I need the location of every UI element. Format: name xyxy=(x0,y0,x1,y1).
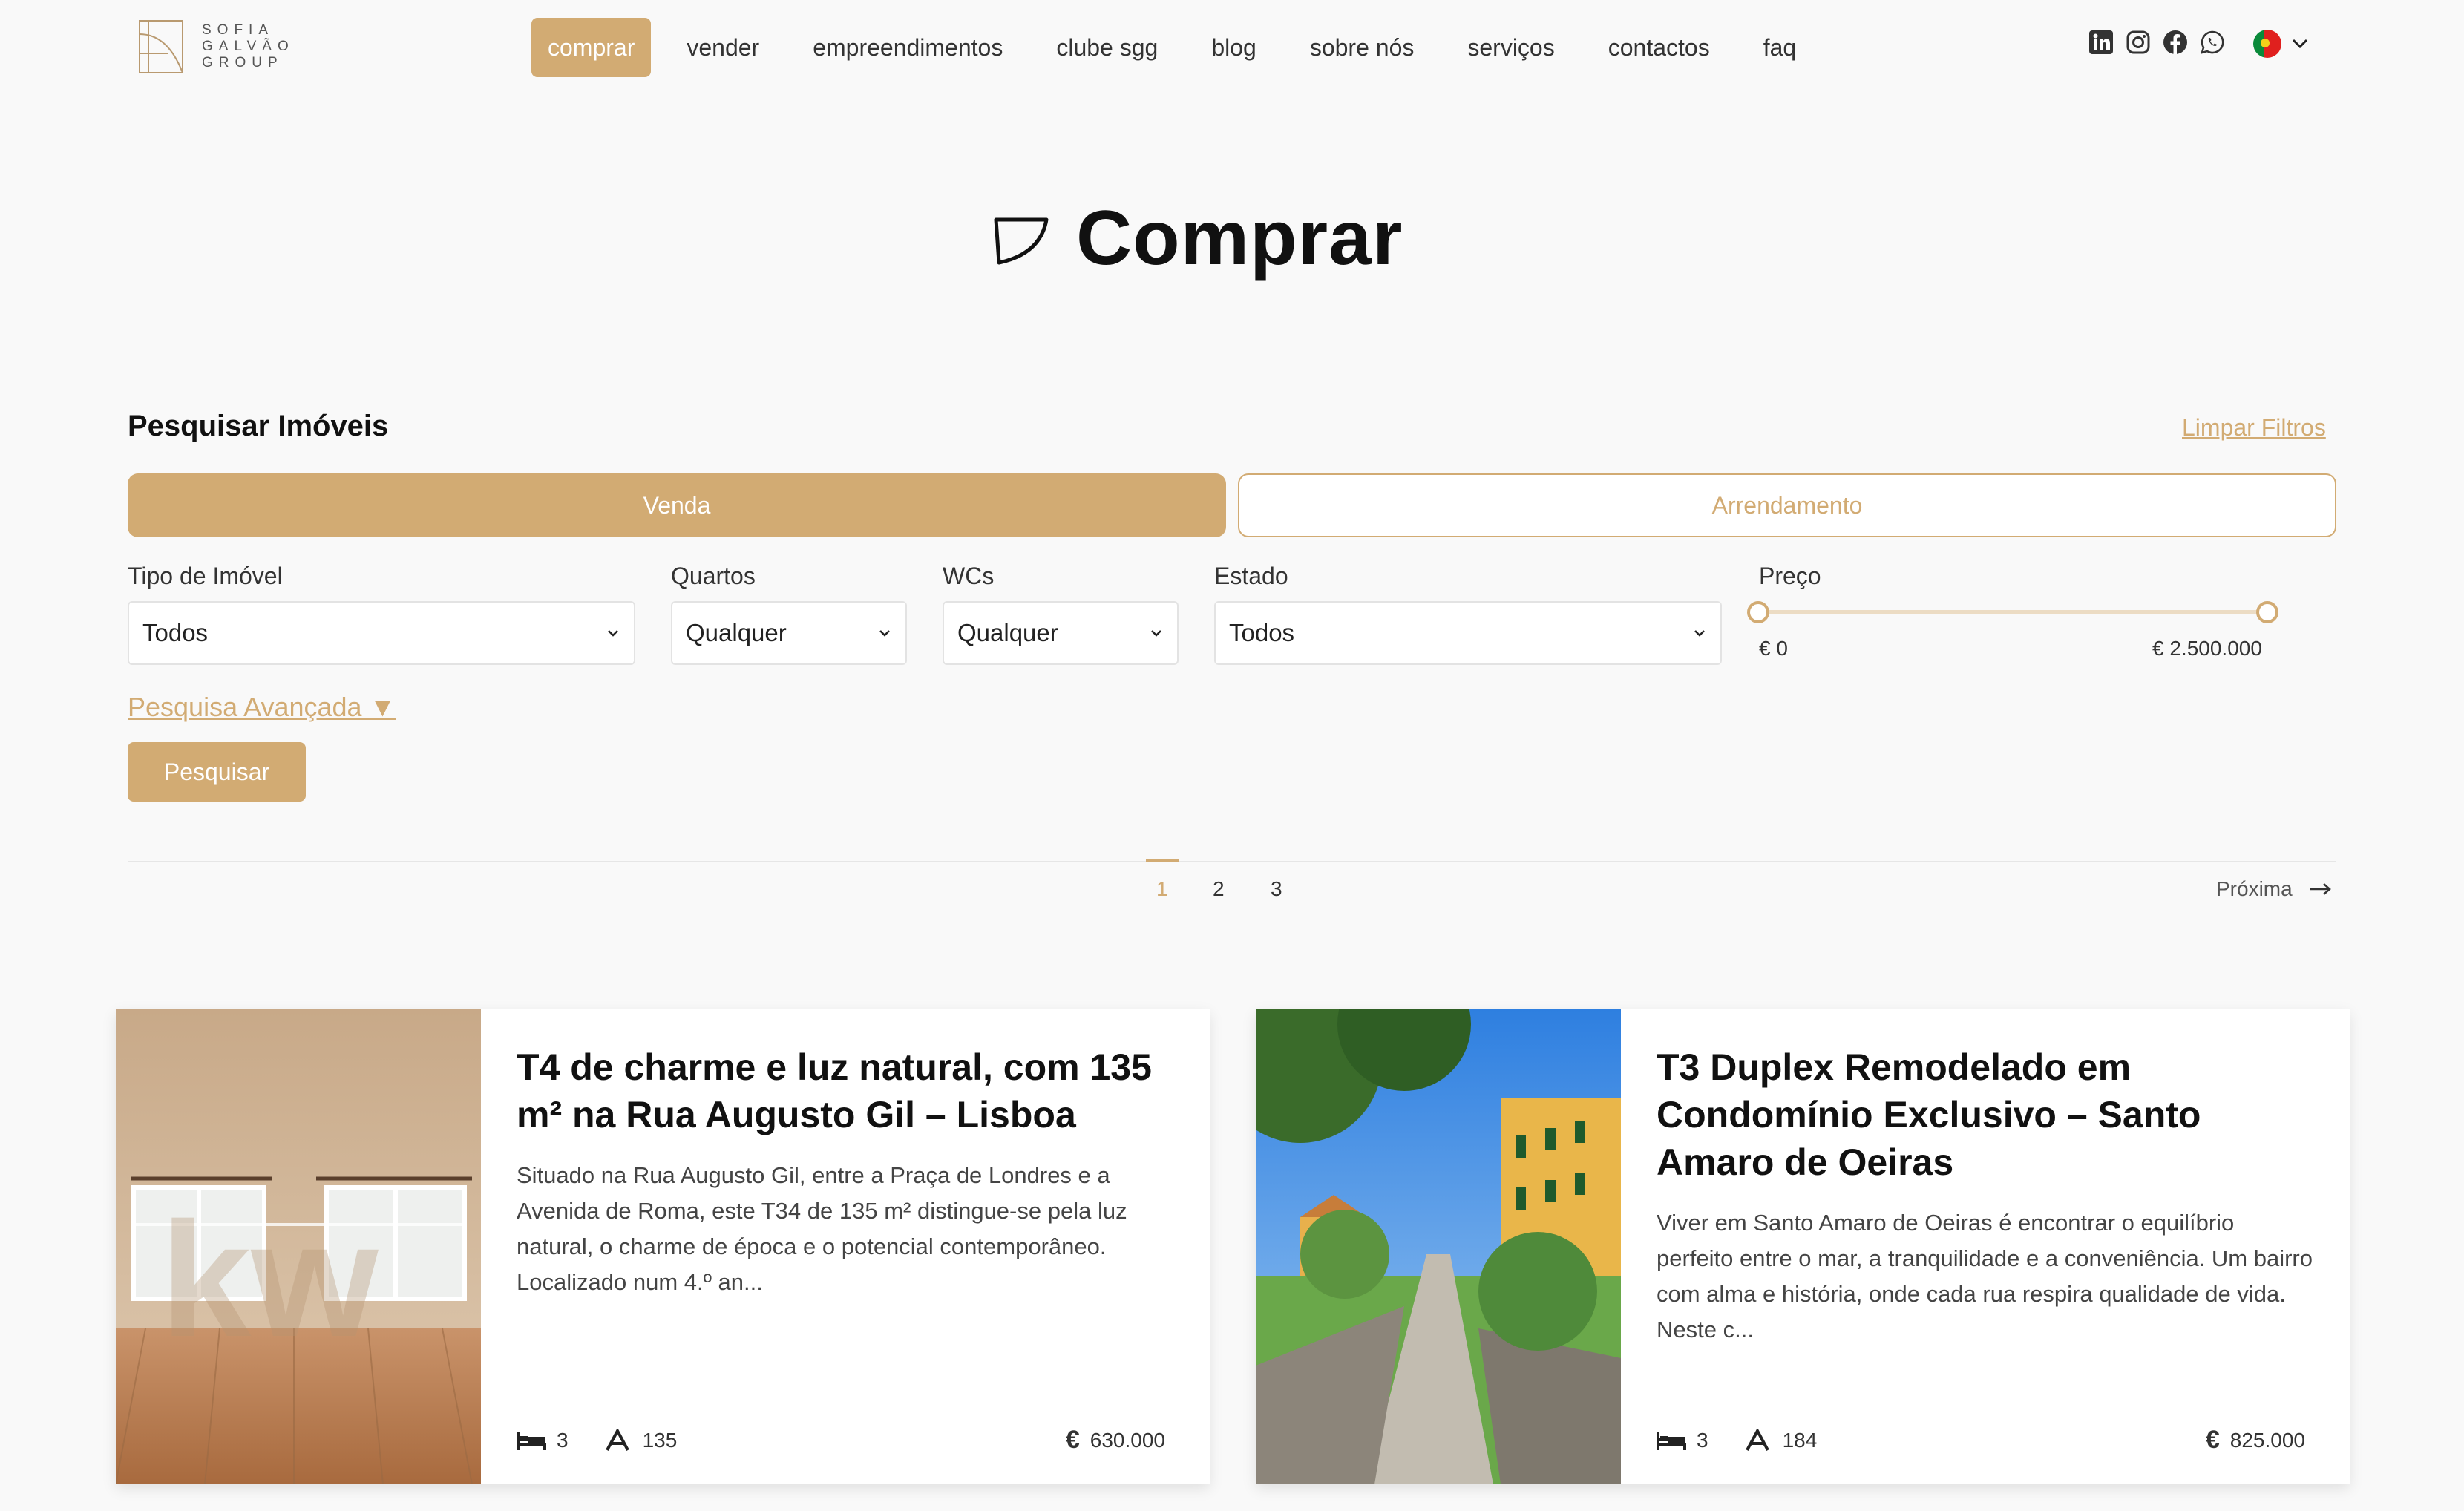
instagram-icon[interactable] xyxy=(2126,30,2151,55)
price-stat: € 825.000 xyxy=(2206,1426,2305,1455)
property-type-value: Todos xyxy=(142,619,209,646)
nav-item-vender[interactable]: vender xyxy=(670,18,776,77)
area-value: 135 xyxy=(642,1428,678,1452)
nav-item-sobre-nos[interactable]: sobre nós xyxy=(1294,18,1431,77)
nav-item-faq[interactable]: faq xyxy=(1747,18,1812,77)
nav-item-clube-sgg[interactable]: clube sgg xyxy=(1040,18,1174,77)
euro-icon: € xyxy=(1065,1426,1080,1454)
logo-line: GROUP xyxy=(202,55,284,71)
page-3[interactable]: 3 xyxy=(1271,877,1282,901)
rooms-label: Quartos xyxy=(671,563,756,589)
listing-description: Viver em Santo Amaro de Oeiras é encontr… xyxy=(1657,1210,2313,1343)
listing-title[interactable]: T4 de charme e luz natural, com 135 m² n… xyxy=(517,1043,1174,1138)
property-type-label: Tipo de Imóvel xyxy=(128,563,283,589)
chevron-down-icon xyxy=(2292,39,2308,49)
advanced-search-link[interactable]: Pesquisa Avançada ▼ xyxy=(128,692,396,723)
garden-path-photo xyxy=(1256,1009,1621,1484)
active-page-indicator xyxy=(1146,859,1179,862)
area-icon xyxy=(605,1429,629,1451)
state-value: Todos xyxy=(1229,619,1295,646)
page-title-block: Comprar xyxy=(992,194,1403,283)
empty-room-photo: kw xyxy=(116,1009,481,1484)
chevron-down-icon xyxy=(608,630,618,637)
area-value: 184 xyxy=(1782,1428,1818,1452)
bedrooms-count: 3 xyxy=(557,1428,569,1452)
logo-text: SOFIA GALVÃO GROUP xyxy=(202,22,295,71)
listing-footer: 3 184 € 825.000 xyxy=(1657,1426,2305,1455)
wcs-value: Qualquer xyxy=(957,619,1058,646)
bed-icon xyxy=(517,1432,546,1450)
svg-text:kw: kw xyxy=(160,1188,379,1371)
chevron-down-icon xyxy=(879,630,890,637)
arrow-right-icon xyxy=(2310,883,2331,895)
chevron-down-icon xyxy=(1694,630,1705,637)
listing-footer: 3 135 € 630.000 xyxy=(517,1426,1165,1455)
main-nav: comprar vender empreendimentos clube sgg… xyxy=(531,18,1833,77)
euro-icon: € xyxy=(2205,1426,2220,1454)
facebook-icon[interactable] xyxy=(2163,30,2188,55)
social-links xyxy=(2088,30,2225,55)
price-min-handle[interactable] xyxy=(1747,601,1769,623)
listing-title[interactable]: T3 Duplex Remodelado em Condomínio Exclu… xyxy=(1657,1043,2314,1186)
logo-line: GALVÃO xyxy=(202,39,295,54)
wcs-select[interactable]: Qualquer xyxy=(943,601,1179,665)
search-button[interactable]: Pesquisar xyxy=(128,742,306,802)
chevron-down-icon xyxy=(1151,630,1161,637)
next-page-link[interactable]: Próxima xyxy=(2216,877,2333,901)
bed-icon xyxy=(1657,1432,1686,1450)
listing-description: Situado na Rua Augusto Gil, entre a Praç… xyxy=(517,1162,1127,1295)
tab-venda[interactable]: Venda xyxy=(128,473,1226,537)
state-label: Estado xyxy=(1214,563,1288,589)
brand-logo[interactable]: SOFIA GALVÃO GROUP xyxy=(138,19,295,74)
price-min-value: € 0 xyxy=(1759,637,1788,660)
state-select[interactable]: Todos xyxy=(1214,601,1722,665)
tab-arrendamento[interactable]: Arrendamento xyxy=(1238,473,2336,537)
area-stat: 135 xyxy=(603,1428,678,1452)
logo-mark-icon xyxy=(139,20,183,73)
listing-image: kw xyxy=(116,1009,481,1484)
listing-card[interactable]: T3 Duplex Remodelado em Condomínio Exclu… xyxy=(1256,1009,2350,1484)
nav-item-contactos[interactable]: contactos xyxy=(1592,18,1726,77)
bedrooms-count: 3 xyxy=(1697,1428,1708,1452)
property-type-select[interactable]: Todos xyxy=(128,601,635,665)
page-1[interactable]: 1 xyxy=(1156,877,1168,901)
price-range-track[interactable] xyxy=(1757,610,2267,614)
nav-item-blog[interactable]: blog xyxy=(1195,18,1273,77)
title-leaf-icon xyxy=(994,217,1049,264)
logo-line: SOFIA xyxy=(202,22,275,38)
page-title: Comprar xyxy=(1076,195,1403,281)
nav-item-servicos[interactable]: serviços xyxy=(1451,18,1570,77)
clear-filters-link[interactable]: Limpar Filtros xyxy=(2182,414,2326,442)
listing-image xyxy=(1256,1009,1621,1484)
rooms-select[interactable]: Qualquer xyxy=(671,601,907,665)
language-selector[interactable] xyxy=(2253,30,2308,58)
area-stat: 184 xyxy=(1743,1428,1818,1452)
listing-body: T4 de charme e luz natural, com 135 m² n… xyxy=(481,1009,1210,1484)
portugal-flag-icon xyxy=(2253,30,2281,58)
nav-item-empreendimentos[interactable]: empreendimentos xyxy=(796,18,1019,77)
bedrooms-stat: 3 xyxy=(1657,1429,1708,1452)
whatsapp-icon[interactable] xyxy=(2200,30,2225,55)
listing-body: T3 Duplex Remodelado em Condomínio Exclu… xyxy=(1621,1009,2350,1484)
page-2[interactable]: 2 xyxy=(1213,877,1225,901)
bedrooms-stat: 3 xyxy=(517,1429,569,1452)
search-heading: Pesquisar Imóveis xyxy=(128,410,389,442)
price-stat: € 630.000 xyxy=(1066,1426,1165,1455)
nav-item-comprar[interactable]: comprar xyxy=(531,18,652,77)
price-max-handle[interactable] xyxy=(2256,601,2278,623)
price-max-value: € 2.500.000 xyxy=(2152,637,2262,660)
next-page-label: Próxima xyxy=(2216,877,2293,900)
price-label: Preço xyxy=(1759,563,1821,589)
listing-card[interactable]: kw T4 de charme e luz natural, com 135 m… xyxy=(116,1009,1210,1484)
area-icon xyxy=(1745,1429,1769,1451)
wcs-label: WCs xyxy=(943,563,995,589)
price-value: 825.000 xyxy=(2229,1428,2305,1452)
rooms-value: Qualquer xyxy=(686,619,787,646)
divider xyxy=(128,861,2336,862)
price-value: 630.000 xyxy=(1090,1428,1165,1452)
linkedin-icon[interactable] xyxy=(2088,30,2114,55)
